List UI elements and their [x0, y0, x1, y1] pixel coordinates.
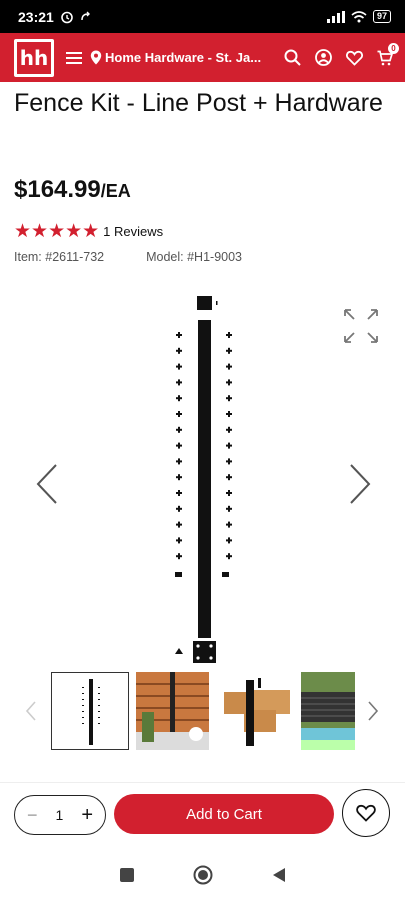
chevron-right-icon[interactable]: [345, 462, 375, 506]
price-unit: /EA: [100, 181, 131, 201]
home-icon[interactable]: [193, 865, 213, 885]
signal-icon: [326, 10, 345, 23]
heart-outline-icon: [356, 804, 376, 822]
thumbnail-4[interactable]: [301, 672, 355, 750]
system-nav-bar: [0, 850, 405, 900]
logo-mark: hh: [17, 41, 51, 74]
item-number: Item: #2611-732: [14, 250, 105, 264]
product-rating[interactable]: ★★★★★ 1 Reviews: [14, 222, 163, 241]
thumbnail-1[interactable]: [51, 672, 129, 750]
home-hardware-logo[interactable]: hh: [14, 38, 54, 77]
heart-icon[interactable]: [346, 50, 363, 66]
price-value: $164.99: [14, 176, 101, 203]
stop-icon[interactable]: [119, 867, 135, 883]
back-icon[interactable]: [272, 867, 286, 883]
reviews-count: 1 Reviews: [103, 224, 164, 239]
product-meta: Item: #2611-732 Model: #H1-9003: [14, 250, 242, 264]
product-image-gallery: [0, 290, 405, 670]
rating-stars: ★★★★★: [14, 221, 100, 242]
store-selector[interactable]: Home Hardware - St. Ja...: [90, 50, 268, 65]
wifi-icon: [351, 10, 367, 22]
battery-icon: 97: [372, 10, 391, 23]
search-icon[interactable]: [284, 49, 301, 66]
sync-icon: [81, 11, 90, 20]
wishlist-button[interactable]: [342, 789, 390, 837]
thumbnail-3[interactable]: [218, 672, 292, 750]
status-time: 23:21: [18, 8, 54, 25]
increase-quantity-button[interactable]: +: [81, 804, 93, 827]
product-title: Fence Kit - Line Post + Hardware: [14, 89, 383, 117]
thumbnail-strip: [0, 672, 405, 752]
cart-count-badge: 0: [388, 42, 399, 54]
product-price: $164.99/EA: [14, 176, 131, 204]
status-bar: 23:21 97: [0, 0, 405, 33]
cart-button[interactable]: 0: [377, 42, 399, 66]
decrease-quantity-button[interactable]: −: [27, 805, 38, 826]
account-icon[interactable]: [315, 49, 332, 66]
menu-icon[interactable]: [66, 51, 82, 64]
purchase-bar: − 1 + Add to Cart: [0, 782, 405, 842]
thumbnail-next-icon[interactable]: [366, 700, 380, 722]
thumbnail-2[interactable]: [136, 672, 209, 750]
chevron-left-icon[interactable]: [32, 462, 62, 506]
model-number: Model: #H1-9003: [146, 250, 243, 264]
expand-icon[interactable]: [343, 308, 379, 344]
store-name: Home Hardware - St. Ja...: [105, 50, 262, 65]
location-pin-icon: [90, 50, 102, 65]
add-to-cart-button[interactable]: Add to Cart: [114, 794, 334, 834]
app-header: hh Home Hardware - St. Ja... 0: [0, 33, 405, 82]
quantity-stepper[interactable]: − 1 +: [14, 795, 106, 835]
quantity-value[interactable]: 1: [56, 807, 64, 823]
alarm-icon: [61, 11, 73, 23]
thumbnail-prev-icon[interactable]: [24, 700, 38, 722]
